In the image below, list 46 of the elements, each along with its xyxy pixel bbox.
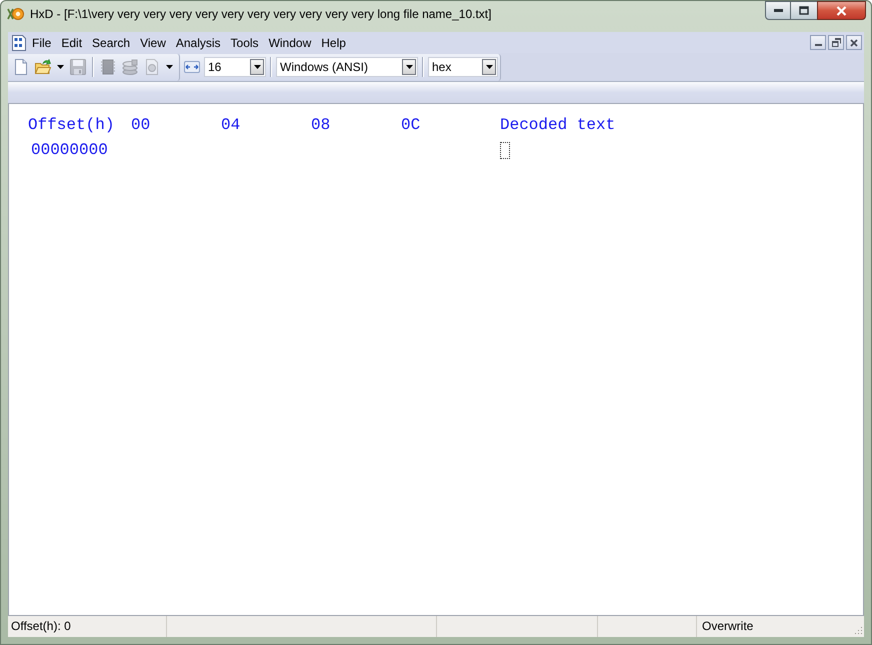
close-button[interactable] bbox=[817, 1, 866, 20]
close-icon bbox=[850, 38, 858, 46]
dropdown-caret-icon[interactable] bbox=[57, 65, 64, 69]
close-icon bbox=[836, 6, 847, 16]
menu-item[interactable]: Window bbox=[264, 34, 316, 52]
status-text: Offset(h): 0 bbox=[8, 616, 167, 637]
column-header: Decoded text bbox=[500, 115, 616, 135]
window-title: HxD - [F:\1\very very very very very very very very very very very long file name_10.txt] bbox=[30, 6, 492, 23]
caret-icon bbox=[254, 65, 260, 69]
restore-button[interactable] bbox=[828, 35, 844, 50]
dropdown-button[interactable] bbox=[250, 59, 264, 75]
menu-item[interactable]: Analysis bbox=[170, 34, 226, 52]
offset-cell: 00000000 bbox=[31, 141, 108, 159]
menu-item[interactable]: File bbox=[27, 34, 56, 52]
column-header: 04 bbox=[221, 116, 240, 134]
maximize-icon bbox=[799, 6, 809, 15]
menu-item[interactable]: Edit bbox=[56, 34, 88, 52]
document-icon bbox=[12, 34, 26, 50]
close-button[interactable] bbox=[846, 35, 862, 50]
column-header: Offset(h) bbox=[28, 116, 114, 134]
caret-icon bbox=[486, 65, 492, 69]
menu-item[interactable]: Search bbox=[87, 34, 136, 52]
minimize-button[interactable] bbox=[765, 1, 791, 20]
dropdown-button[interactable] bbox=[482, 59, 496, 75]
resize-grip-icon[interactable] bbox=[854, 626, 863, 635]
minimize-icon bbox=[814, 44, 822, 46]
caret-icon bbox=[406, 65, 412, 69]
combo-box[interactable]: 16 bbox=[204, 57, 266, 77]
column-header: 08 bbox=[311, 116, 330, 134]
folder-icon[interactable] bbox=[35, 59, 51, 75]
maximize-button[interactable] bbox=[791, 1, 817, 20]
minimize-button[interactable] bbox=[810, 35, 826, 50]
restore-icon bbox=[832, 38, 840, 47]
dropdown-button[interactable] bbox=[402, 59, 416, 75]
new-file-icon[interactable] bbox=[13, 59, 29, 75]
menu-item[interactable]: View bbox=[135, 34, 171, 52]
status-text: Overwrite bbox=[701, 618, 754, 635]
menu-item[interactable]: Tools bbox=[226, 34, 264, 52]
combo-box[interactable]: Windows (ANSI) bbox=[276, 57, 418, 77]
menu-item[interactable]: Help bbox=[316, 34, 351, 52]
column-header: 00 bbox=[131, 116, 150, 134]
app-logo-icon bbox=[7, 7, 24, 21]
minimize-icon bbox=[774, 9, 782, 12]
column-header: 0C bbox=[401, 116, 420, 134]
width-arrows-icon[interactable] bbox=[184, 59, 200, 75]
combo-box[interactable]: hex bbox=[428, 57, 498, 77]
